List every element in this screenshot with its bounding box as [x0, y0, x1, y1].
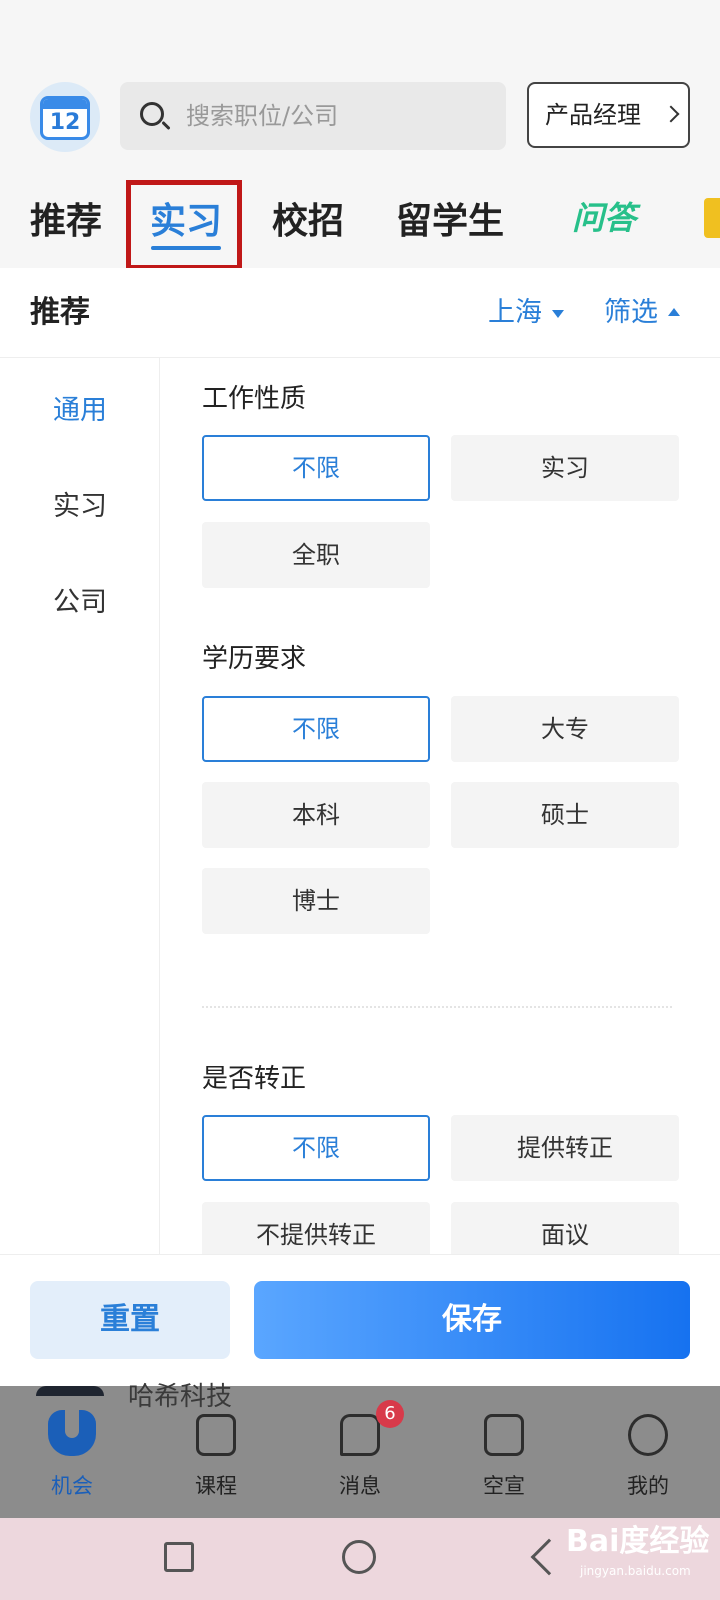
job-filter-button[interactable]: 产品经理 [527, 82, 690, 148]
option-job-type-any[interactable]: 不限 [202, 435, 430, 501]
category-internship[interactable]: 实习 [0, 484, 160, 523]
city-selector[interactable]: 上海 [488, 268, 542, 358]
chevron-right-icon [662, 105, 680, 123]
message-badge: 6 [376, 1400, 404, 1428]
filter-panel: 推荐 上海 筛选 通用 实习 公司 工作性质 不限 实习 全职 学历要求 不限 … [0, 268, 720, 1386]
filter-actions: 重置 保存 [0, 1254, 720, 1386]
chat-icon [340, 1414, 380, 1456]
highlight-box [126, 180, 242, 270]
category-company[interactable]: 公司 [0, 580, 160, 619]
option-education-phd[interactable]: 博士 [202, 868, 430, 934]
nav-presentations[interactable]: 空宣 [454, 1406, 554, 1506]
search-placeholder: 搜索职位/公司 [186, 102, 339, 130]
tab-campus[interactable]: 校招 [272, 192, 344, 252]
option-education-master[interactable]: 硕士 [451, 782, 679, 848]
tab-recommend[interactable]: 推荐 [30, 192, 102, 252]
calendar-icon[interactable]: 12 [30, 82, 100, 152]
section-title-conversion: 是否转正 [202, 1064, 307, 1094]
back-icon[interactable] [530, 1538, 568, 1576]
reset-button[interactable]: 重置 [30, 1281, 230, 1359]
company-avatar [36, 1386, 104, 1396]
option-job-type-fulltime[interactable]: 全职 [202, 522, 430, 588]
option-conversion-any[interactable]: 不限 [202, 1115, 430, 1181]
caret-up-icon [668, 308, 680, 316]
sub-header: 推荐 上海 筛选 [0, 268, 720, 358]
nav-profile[interactable]: 我的 [598, 1406, 698, 1506]
option-conversion-yes[interactable]: 提供转正 [451, 1115, 679, 1181]
option-education-any[interactable]: 不限 [202, 696, 430, 762]
tab-qa[interactable]: 问答 [552, 192, 656, 244]
app-header: 12 搜索职位/公司 产品经理 推荐 实习 校招 留学生 问答 [0, 0, 720, 270]
section-title-education: 学历要求 [202, 644, 307, 674]
qa-logo-text: 问答 [571, 199, 636, 237]
sub-header-title: 推荐 [30, 295, 90, 330]
option-education-college[interactable]: 大专 [451, 696, 679, 762]
tab-overseas[interactable]: 留学生 [396, 192, 504, 252]
home-icon[interactable] [342, 1540, 376, 1574]
nav-opportunity[interactable]: 机会 [22, 1406, 122, 1506]
filter-category-list: 通用 实习 公司 [0, 358, 160, 1258]
recents-icon[interactable] [164, 1542, 194, 1572]
section-divider [202, 1006, 672, 1008]
caret-down-icon [552, 310, 564, 318]
tab-overflow[interactable] [704, 198, 720, 238]
category-general[interactable]: 通用 [0, 388, 160, 427]
option-education-bachelor[interactable]: 本科 [202, 782, 430, 848]
search-input[interactable]: 搜索职位/公司 [120, 82, 506, 150]
book-icon [196, 1414, 236, 1456]
filter-toggle[interactable]: 筛选 [604, 268, 658, 358]
nav-messages[interactable]: 6 消息 [310, 1400, 410, 1506]
job-filter-label: 产品经理 [545, 101, 641, 129]
watermark: Bai度经验 [566, 1524, 710, 1559]
system-nav-bar: Bai度经验 jingyan.baidu.com [0, 1518, 720, 1600]
option-job-type-internship[interactable]: 实习 [451, 435, 679, 501]
bottom-nav: 哈希科技 机会 课程 6 消息 空宣 我的 [0, 1382, 720, 1518]
video-icon [484, 1414, 524, 1456]
search-icon [140, 102, 164, 126]
watermark-url: jingyan.baidu.com [580, 1564, 691, 1578]
opportunity-icon [48, 1410, 96, 1456]
smile-icon [628, 1414, 668, 1456]
save-button[interactable]: 保存 [254, 1281, 690, 1359]
nav-courses[interactable]: 课程 [166, 1406, 266, 1506]
calendar-day: 12 [49, 110, 81, 135]
section-title-job-type: 工作性质 [202, 384, 307, 414]
